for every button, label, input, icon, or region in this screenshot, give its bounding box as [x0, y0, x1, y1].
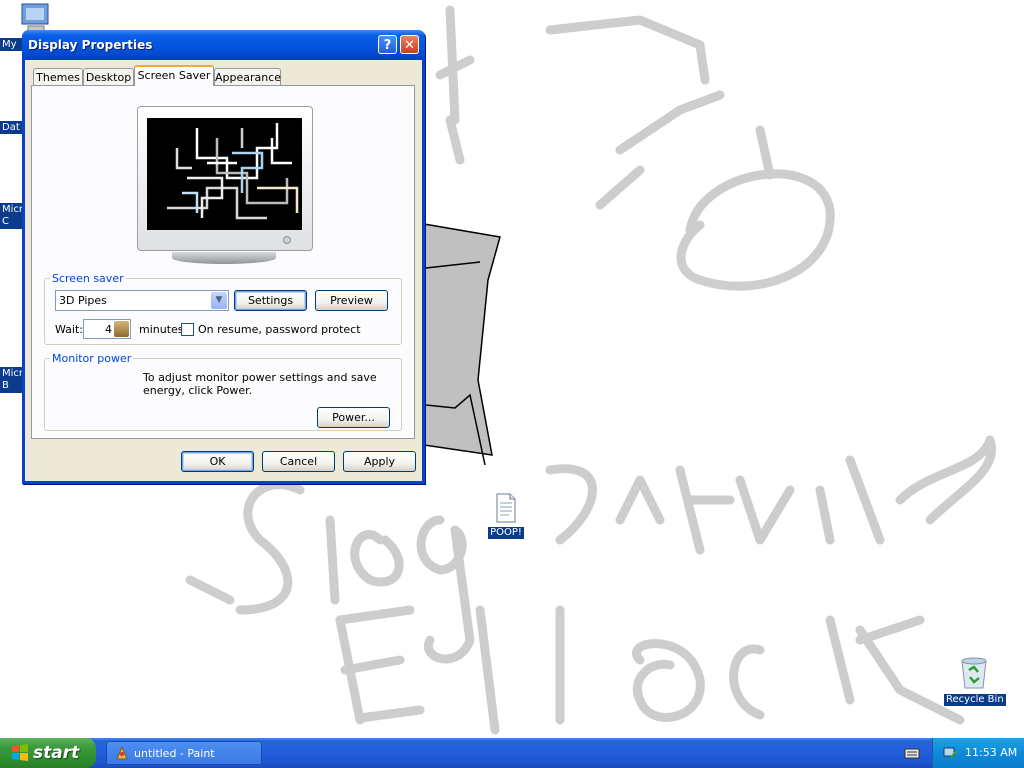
- monitor-power-group: Monitor power To adjust monitor power se…: [44, 352, 402, 431]
- monitor-power-group-label: Monitor power: [52, 352, 132, 365]
- desktop-icon-label: Micr C: [0, 203, 24, 229]
- recycle-bin-icon: [961, 657, 987, 689]
- window-title: Display Properties: [28, 38, 153, 52]
- desktop-icon-label: POOP!: [488, 527, 524, 539]
- desktop-icon-microsoft-b[interactable]: Micr B: [0, 366, 24, 393]
- desktop-icon-label: My: [0, 38, 24, 51]
- password-protect-checkbox[interactable]: [181, 323, 194, 336]
- clock: 11:53 AM: [965, 746, 1018, 759]
- tab-themes[interactable]: Themes: [33, 68, 83, 85]
- wait-minutes-value: 4: [105, 323, 112, 336]
- taskbar-button-label: untitled - Paint: [134, 747, 215, 760]
- monitor-power-led: [283, 236, 291, 244]
- password-protect-label: On resume, password protect: [198, 323, 361, 336]
- help-button[interactable]: ?: [378, 35, 397, 54]
- desktop-icon-recycle-bin[interactable]: Recycle Bin: [944, 656, 1006, 706]
- system-tray: 11:53 AM: [932, 738, 1024, 768]
- wait-label: Wait:: [55, 323, 83, 336]
- settings-button[interactable]: Settings: [234, 290, 307, 311]
- screen-saver-group: Screen saver 3D Pipes ▼ Settings Preview…: [44, 272, 402, 345]
- windows-logo-icon: [12, 744, 28, 761]
- spinner-arrows-icon[interactable]: [114, 321, 129, 337]
- close-icon: ✕: [404, 38, 415, 53]
- start-button[interactable]: start: [0, 738, 96, 768]
- screen-saver-select-value: 3D Pipes: [59, 294, 107, 307]
- screen-saver-select[interactable]: 3D Pipes ▼: [55, 290, 229, 311]
- help-icon: ?: [383, 38, 392, 53]
- desktop-icon-data[interactable]: Dat: [0, 118, 24, 138]
- desktop-icon-poop[interactable]: POOP!: [486, 493, 526, 539]
- tab-appearance[interactable]: Appearance: [214, 68, 281, 85]
- taskbar: start untitled - Paint 11:53 AM: [0, 738, 1024, 768]
- start-label: start: [33, 743, 80, 763]
- tab-screen-saver[interactable]: Screen Saver: [134, 65, 214, 86]
- paint-icon: [116, 745, 128, 760]
- network-icon[interactable]: [943, 745, 959, 761]
- screen-saver-group-label: Screen saver: [52, 272, 124, 285]
- preview-button[interactable]: Preview: [315, 290, 388, 311]
- 3d-pipes-preview: [167, 123, 299, 220]
- screen-saver-panel: Screen saver 3D Pipes ▼ Settings Preview…: [31, 85, 415, 439]
- preview-screen: [147, 118, 302, 230]
- desktop-icon-label: Dat: [0, 121, 24, 134]
- cancel-button[interactable]: Cancel: [262, 451, 335, 472]
- title-bar[interactable]: Display Properties ? ✕: [22, 30, 425, 60]
- window-client-area: Themes Desktop Screen Saver Appearance S…: [25, 60, 422, 481]
- chevron-down-icon[interactable]: ▼: [211, 292, 227, 309]
- desktop-icon-microsoft-c[interactable]: Micr C: [0, 202, 24, 229]
- taskbar-button-paint[interactable]: untitled - Paint: [106, 741, 262, 765]
- ok-button[interactable]: OK: [181, 451, 254, 472]
- apply-button[interactable]: Apply: [343, 451, 416, 472]
- tab-desktop[interactable]: Desktop: [83, 68, 134, 85]
- wait-minutes-spinner[interactable]: 4: [83, 319, 131, 339]
- power-button[interactable]: Power...: [317, 407, 390, 428]
- close-button[interactable]: ✕: [400, 35, 419, 54]
- display-properties-window: Display Properties ? ✕ Themes Desktop Sc…: [22, 30, 425, 484]
- desktop-icon-label: Micr B: [0, 367, 24, 393]
- minutes-label: minutes: [139, 323, 184, 336]
- desktop-icon-label: Recycle Bin: [944, 694, 1006, 706]
- screen-saver-preview-monitor: [137, 106, 313, 264]
- keyboard-icon[interactable]: [904, 746, 920, 760]
- monitor-power-description: To adjust monitor power settings and sav…: [143, 371, 377, 397]
- monitor-stand: [172, 252, 276, 264]
- text-document-icon: [496, 493, 516, 523]
